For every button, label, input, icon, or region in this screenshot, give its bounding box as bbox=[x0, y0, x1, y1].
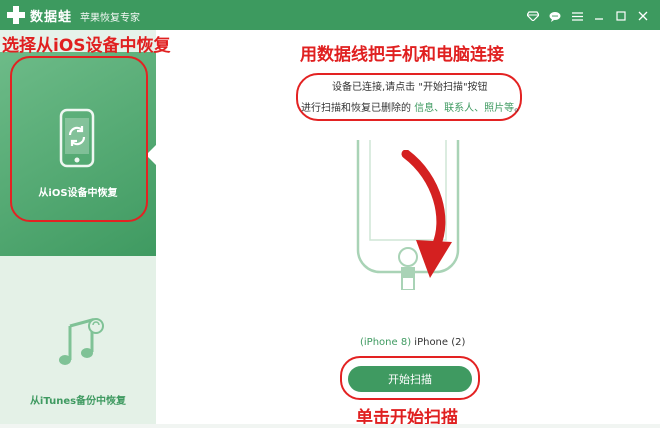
maximize-icon[interactable] bbox=[610, 8, 632, 24]
title-bar: 数据蛙 苹果恢复专家 bbox=[0, 0, 660, 30]
app-subtitle: 苹果恢复专家 bbox=[80, 13, 140, 24]
device-name: (iPhone 8) iPhone (2) bbox=[360, 337, 465, 348]
sidebar-item-itunes-backup[interactable]: 从iTunes备份中恢复 bbox=[0, 256, 156, 428]
red-arrow-icon bbox=[401, 150, 452, 278]
annotation-top: 用数据线把手机和电脑连接 bbox=[300, 45, 504, 65]
music-note-icon bbox=[59, 318, 104, 365]
diamond-icon[interactable] bbox=[522, 8, 544, 24]
bottom-divider bbox=[0, 424, 660, 428]
annotation-left: 选择从iOS设备中恢复 bbox=[2, 36, 171, 56]
close-icon[interactable] bbox=[632, 8, 654, 24]
instruction-line-1: 设备已连接,请点击 "开始扫描"按钮 bbox=[332, 82, 488, 93]
device-label: iPhone (2) bbox=[414, 337, 466, 348]
window-controls bbox=[522, 8, 654, 24]
menu-icon[interactable] bbox=[566, 8, 588, 24]
app-logo: 数据蛙 bbox=[6, 5, 72, 25]
instruction-highlight: 信息、联系人、照片等 bbox=[414, 103, 515, 114]
plus-logo-icon bbox=[6, 5, 26, 25]
sidebar-item-label: 从iTunes备份中恢复 bbox=[29, 396, 127, 407]
minimize-icon[interactable] bbox=[588, 8, 610, 24]
device-model: (iPhone 8) bbox=[360, 337, 412, 348]
chat-icon[interactable] bbox=[544, 8, 566, 24]
start-scan-button[interactable]: 开始扫描 bbox=[348, 366, 472, 392]
instruction-prefix: 进行扫描和恢复已删除的 bbox=[301, 103, 411, 114]
instruction-line-2: 进行扫描和恢复已删除的 信息、联系人、照片等。 bbox=[301, 99, 524, 114]
app-brand: 数据蛙 bbox=[30, 9, 73, 25]
instruction-suffix: 。 bbox=[514, 103, 525, 114]
annotation-oval-sidebar bbox=[10, 56, 148, 222]
